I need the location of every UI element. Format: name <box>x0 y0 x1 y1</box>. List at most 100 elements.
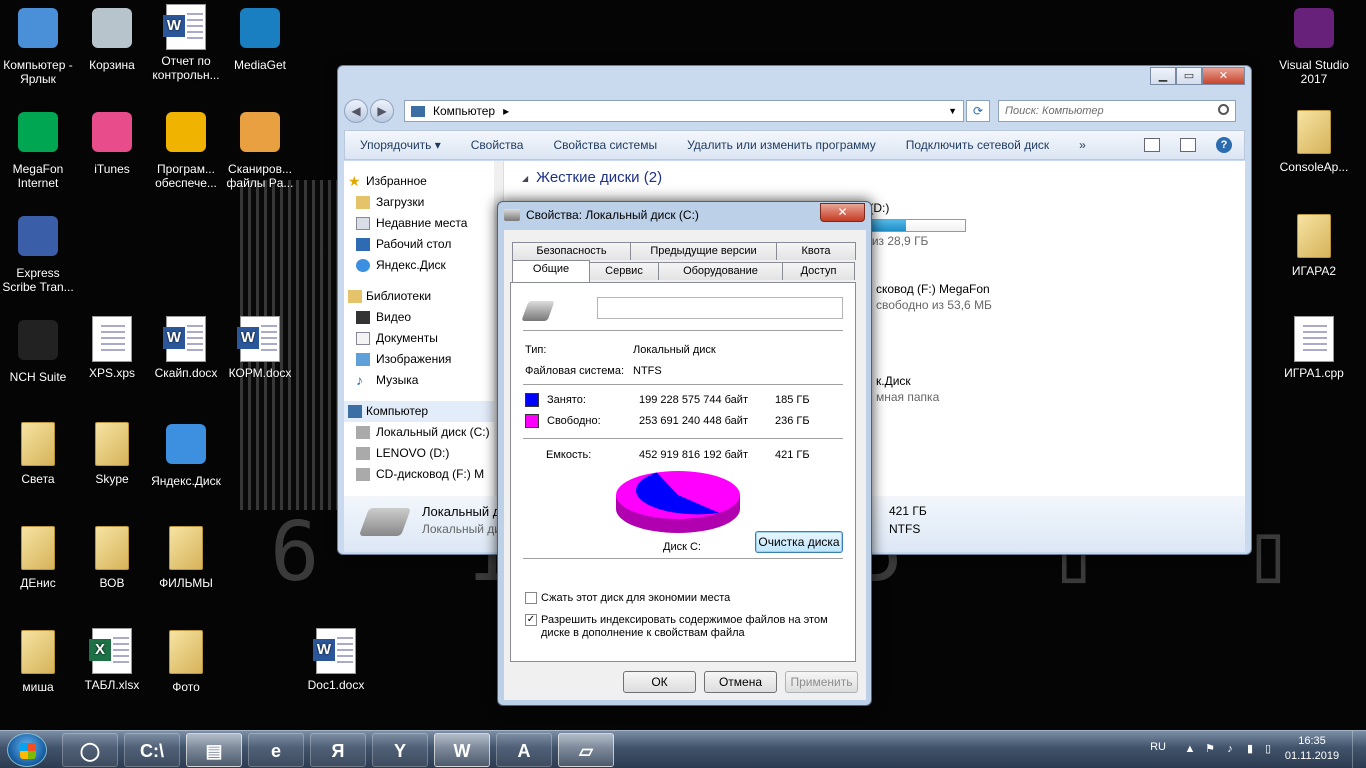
nav-computer[interactable]: Компьютер <box>344 401 503 422</box>
view-options-icon[interactable] <box>1144 138 1160 152</box>
desktop-icon-item[interactable]: ФИЛЬМЫ <box>148 524 224 590</box>
start-button[interactable] <box>7 733 47 767</box>
drive-f-entry[interactable]: сковод (F:) MegaFon свободно из 53,6 МБ <box>876 282 992 312</box>
desktop-icon-item[interactable]: ВОВ <box>74 524 150 590</box>
nav-favorites[interactable]: ★ Избранное <box>344 171 503 192</box>
drive-label-input[interactable] <box>597 297 843 319</box>
network-icon[interactable]: ▮ <box>1244 743 1256 755</box>
dialog-titlebar[interactable]: Свойства: Локальный диск (C:) <box>504 208 699 222</box>
nav-drive-d[interactable]: LENOVO (D:) <box>344 443 503 464</box>
desktop-icon-item[interactable]: Яндекс.Диск <box>148 420 224 488</box>
acrobat-button[interactable]: A <box>496 733 552 767</box>
address-dropdown-icon[interactable]: ▼ <box>948 106 957 116</box>
index-checkbox[interactable]: ✓ <box>525 614 537 626</box>
nav-yandex-disk[interactable]: Яндекс.Диск <box>344 255 503 276</box>
nav-pictures[interactable]: Изображения <box>344 349 503 370</box>
desktop-icon-item[interactable]: W КОРМ.docx <box>222 316 298 380</box>
nav-libraries[interactable]: Библиотеки <box>344 286 503 307</box>
clock[interactable]: 16:35 01.11.2019 <box>1282 734 1342 764</box>
tab-hardware[interactable]: Оборудование <box>658 262 783 280</box>
nav-video[interactable]: Видео <box>344 307 503 328</box>
nav-drive-c[interactable]: Локальный диск (C:) <box>344 422 503 443</box>
language-indicator[interactable]: RU <box>1150 741 1166 753</box>
desktop-icon-item[interactable]: ИГАРА2 <box>1276 212 1352 278</box>
desktop-icon-item[interactable]: Програм... обеспече... <box>148 108 224 190</box>
volume-icon[interactable]: ♪ <box>1224 743 1236 755</box>
explorer-button[interactable]: ▤ <box>186 733 242 767</box>
properties-button[interactable]: Свойства <box>456 138 539 152</box>
desktop-icon-item[interactable]: ИГРА1.cpp <box>1276 316 1352 380</box>
help-icon[interactable]: ? <box>1216 137 1232 153</box>
refresh-button[interactable]: ⟳ <box>966 100 990 122</box>
uninstall-program-button[interactable]: Удалить или изменить программу <box>672 138 891 152</box>
address-bar[interactable]: Компьютер ▸ ▼ <box>404 100 964 122</box>
ie-button[interactable]: e <box>248 733 304 767</box>
desktop-icon-item[interactable]: Express Scribe Tran... <box>0 212 76 294</box>
desktop-icon-item[interactable]: XPS.xps <box>74 316 150 380</box>
drive-tool-button[interactable]: ▱ <box>558 733 614 767</box>
desktop-icon-item[interactable]: Света <box>0 420 76 486</box>
tab-security[interactable]: Безопасность <box>512 242 631 260</box>
desktop-icon-item[interactable]: Сканиров... файлы Pa... <box>222 108 298 190</box>
explorer-titlebar[interactable]: ▁ ▭ ✕ <box>338 66 1251 94</box>
desktop-icon-item[interactable]: W Doc1.docx <box>298 628 374 692</box>
desktop-icon-item[interactable]: Visual Studio 2017 <box>1276 4 1352 86</box>
desktop-icon-item[interactable]: X ТАБЛ.xlsx <box>74 628 150 692</box>
yandex-browser-button[interactable]: Y <box>372 733 428 767</box>
maximize-button[interactable]: ▭ <box>1176 67 1202 85</box>
cancel-button[interactable]: Отмена <box>704 671 777 693</box>
compress-checkbox[interactable] <box>525 592 537 604</box>
desktop-icon-item[interactable]: W Отчет по контрольн... <box>148 4 224 82</box>
apply-button[interactable]: Применить <box>785 671 858 693</box>
yandex-button[interactable]: Я <box>310 733 366 767</box>
desktop-icon-item[interactable]: Фото <box>148 628 224 694</box>
alice-button[interactable]: ◯ <box>62 733 118 767</box>
desktop-icon-item[interactable]: миша <box>0 628 76 694</box>
word-button[interactable]: W <box>434 733 490 767</box>
properties-dialog[interactable]: Свойства: Локальный диск (C:) ✕ Безопасн… <box>497 201 872 706</box>
desktop-icon-item[interactable]: Корзина <box>74 4 150 72</box>
show-desktop-button[interactable] <box>1352 731 1366 768</box>
desktop-icon-item[interactable]: iTunes <box>74 108 150 176</box>
tab-previous-versions[interactable]: Предыдущие версии <box>630 242 777 260</box>
group-header[interactable]: Жесткие диски (2) <box>522 169 662 186</box>
star-icon: ★ <box>348 173 361 189</box>
back-button[interactable]: ◀ <box>344 99 368 123</box>
desktop-icon-item[interactable]: NCH Suite <box>0 316 76 384</box>
disk-cleanup-button[interactable]: Очистка диска <box>755 531 843 553</box>
nav-recent-places[interactable]: Недавние места <box>344 213 503 234</box>
tab-quota[interactable]: Квота <box>776 242 856 260</box>
desktop-icon-item[interactable]: MediaGet <box>222 4 298 72</box>
nav-music[interactable]: ♪ Музыка <box>344 370 503 391</box>
tab-tools[interactable]: Сервис <box>589 262 659 280</box>
nav-desktop[interactable]: Рабочий стол <box>344 234 503 255</box>
desktop-icon-item[interactable]: W Скайп.docx <box>148 316 224 380</box>
desktop-icon-item[interactable]: Компьютер - Ярлык <box>0 4 76 86</box>
folder-icon <box>88 422 136 470</box>
dialog-close-button[interactable]: ✕ <box>820 203 865 222</box>
system-properties-button[interactable]: Свойства системы <box>538 138 672 152</box>
desktop-icon-item[interactable]: MegaFon Internet <box>0 108 76 190</box>
search-input[interactable]: Поиск: Компьютер <box>998 100 1236 122</box>
organize-button[interactable]: Упорядочить ▾ <box>345 138 456 152</box>
tab-general[interactable]: Общие <box>512 260 590 282</box>
ok-button[interactable]: ОК <box>623 671 696 693</box>
map-network-drive-button[interactable]: Подключить сетевой диск <box>891 138 1064 152</box>
flag-icon[interactable]: ⚑ <box>1204 743 1216 755</box>
tray-expand-icon[interactable]: ▲ <box>1184 743 1196 755</box>
cmd-button[interactable]: C:\ <box>124 733 180 767</box>
minimize-button[interactable]: ▁ <box>1150 67 1176 85</box>
preview-pane-icon[interactable] <box>1180 138 1196 152</box>
nav-documents[interactable]: Документы <box>344 328 503 349</box>
desktop-icon-item[interactable]: ConsoleAp... <box>1276 108 1352 174</box>
desktop-icon-item[interactable]: ДЕнис <box>0 524 76 590</box>
forward-button[interactable]: ▶ <box>370 99 394 123</box>
close-button[interactable]: ✕ <box>1202 67 1245 85</box>
nav-downloads[interactable]: Загрузки <box>344 192 503 213</box>
desktop-icon-item[interactable]: Skype <box>74 420 150 486</box>
more-commands-button[interactable]: » <box>1064 138 1101 152</box>
power-icon[interactable]: ▯ <box>1262 743 1274 755</box>
nav-drive-f[interactable]: CD-дисковод (F:) M <box>344 464 503 485</box>
yandex-disk-entry[interactable]: к.Диск мная папка <box>876 374 939 404</box>
tab-sharing[interactable]: Доступ <box>782 262 855 280</box>
